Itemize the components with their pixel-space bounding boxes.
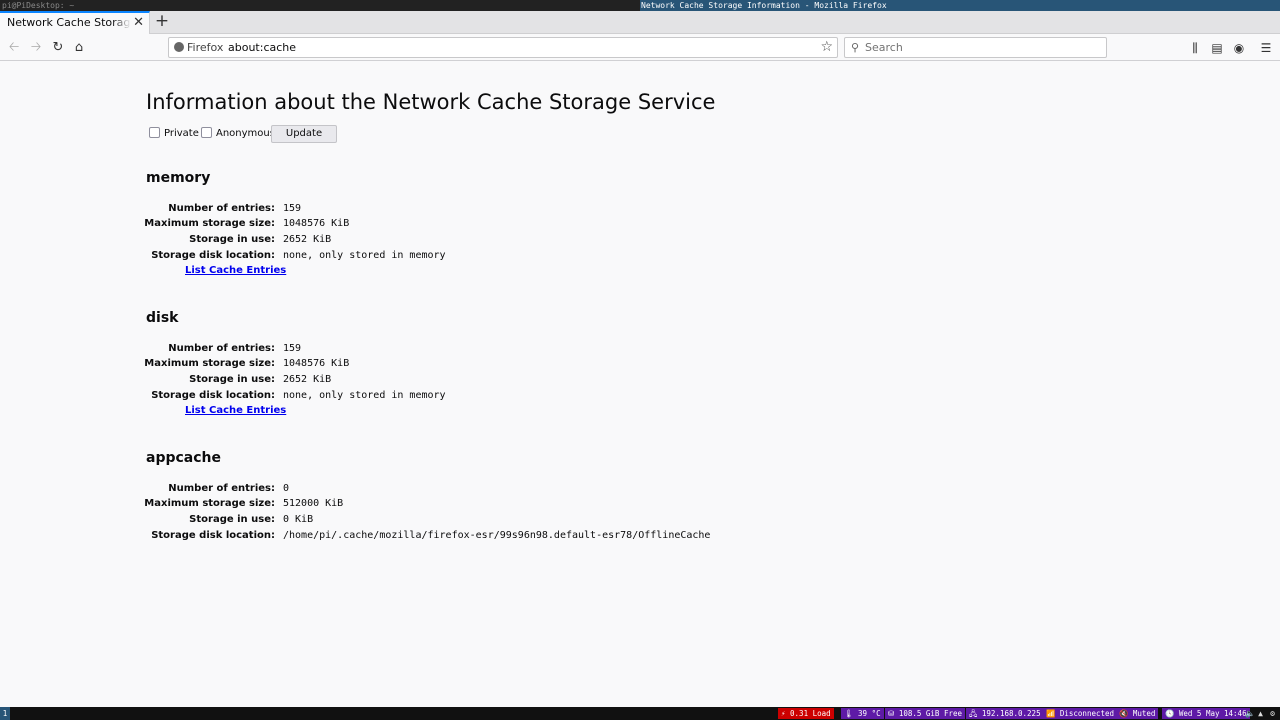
in-use-label: Storage in use:	[189, 374, 275, 385]
entries-value: 159	[283, 203, 302, 214]
section-title: disk	[146, 310, 179, 326]
cursor-tray-icon[interactable]: ▲	[1256, 708, 1265, 719]
anonymous-label: Anonymous	[216, 128, 275, 139]
hamburger-menu-icon[interactable]: ☰	[1257, 38, 1275, 58]
location-label: Storage disk location:	[151, 390, 275, 401]
clock-text: Wed 5 May 14:46	[1178, 709, 1247, 718]
volume-status: 🔇 Muted	[1116, 708, 1159, 719]
wifi-text: Disconnected	[1059, 709, 1115, 718]
location-label: Storage disk location:	[151, 530, 275, 541]
close-tab-icon[interactable]: ✕	[133, 15, 144, 30]
firefox-icon	[174, 42, 184, 52]
status-bar: 1 ⚡ 0.31 Load 🌡 39 °C ⛁ 108.5 GiB Free 🖧…	[0, 707, 1280, 720]
network-ip-status: 🖧 192.168.0.225	[966, 708, 1044, 719]
settings-tray-icon[interactable]: ⚙	[1268, 708, 1277, 719]
star-icon[interactable]: ☆	[820, 39, 833, 55]
nav-bar: 🡠 🡢 ↻ ⌂ Firefox about:cache ☆ ⚲ Search ⫼…	[0, 35, 1280, 61]
temperature-status: 🌡 39 °C	[841, 708, 884, 719]
search-icon: ⚲	[851, 41, 860, 54]
anonymous-checkbox[interactable]	[201, 127, 212, 138]
entries-label: Number of entries:	[168, 483, 275, 494]
disk-free-text: 108.5 GiB Free	[898, 709, 963, 718]
location-label: Storage disk location:	[151, 250, 275, 261]
url-input[interactable]: about:cache	[228, 41, 296, 54]
speaker-tray-icon[interactable]: 🔈	[1245, 708, 1255, 719]
entries-value: 159	[283, 343, 302, 354]
in-use-label: Storage in use:	[189, 514, 275, 525]
identity-label: Firefox	[187, 41, 224, 54]
list-cache-entries-link[interactable]: List Cache Entries	[185, 405, 286, 416]
update-button[interactable]: Update	[271, 125, 337, 143]
terminal-title[interactable]: pi@PiDesktop: ~	[2, 0, 74, 11]
list-cache-entries-link[interactable]: List Cache Entries	[185, 265, 286, 276]
url-bar[interactable]: Firefox about:cache ☆	[168, 37, 838, 58]
temperature-text: 39 °C	[858, 709, 881, 718]
window-title: Network Cache Storage Information - Mozi…	[640, 0, 1280, 11]
workspace-button[interactable]: 1	[0, 707, 10, 720]
reload-icon[interactable]: ↻	[48, 38, 68, 58]
max-size-value: 1048576 KiB	[283, 358, 350, 369]
max-size-value: 1048576 KiB	[283, 218, 350, 229]
wifi-status: 📶 Disconnected	[1043, 708, 1118, 719]
disk-free-status: ⛁ 108.5 GiB Free	[885, 708, 966, 719]
in-use-value: 0 KiB	[283, 514, 314, 525]
sidebar-icon[interactable]: ▤	[1208, 38, 1226, 58]
new-tab-icon[interactable]: +	[154, 12, 170, 32]
in-use-value: 2652 KiB	[283, 234, 332, 245]
load-text: 0.31 Load	[790, 709, 831, 718]
disk-section: disk Number of entries: 159 Maximum stora…	[144, 310, 445, 416]
private-label: Private	[164, 128, 199, 139]
tab-label: Network Cache Storage Information	[7, 16, 131, 29]
wm-top-bar: pi@PiDesktop: ~ Network Cache Storage In…	[0, 0, 1280, 11]
in-use-value: 2652 KiB	[283, 374, 332, 385]
max-size-label: Maximum storage size:	[144, 358, 275, 369]
search-bar[interactable]: ⚲ Search	[844, 37, 1107, 58]
max-size-label: Maximum storage size:	[144, 218, 275, 229]
tab-network-cache[interactable]: Network Cache Storage Information ✕	[0, 11, 150, 34]
search-input[interactable]: Search	[865, 41, 903, 54]
identity-box[interactable]: Firefox	[174, 41, 223, 54]
in-use-label: Storage in use:	[189, 234, 275, 245]
private-checkbox[interactable]	[149, 127, 160, 138]
appcache-section: appcache Number of entries: 0 Maximum sto…	[144, 450, 710, 541]
clock-status: 🕓 Wed 5 May 14:46	[1162, 708, 1250, 719]
location-value: none, only stored in memory	[283, 390, 446, 401]
section-title: memory	[146, 170, 211, 186]
memory-section: memory Number of entries: 159 Maximum sto…	[144, 170, 445, 276]
back-arrow-icon[interactable]: 🡠	[4, 38, 24, 58]
entries-value: 0	[283, 483, 290, 494]
home-icon[interactable]: ⌂	[69, 38, 89, 58]
max-size-label: Maximum storage size:	[144, 498, 275, 509]
forward-arrow-icon[interactable]: 🡢	[26, 38, 46, 58]
max-size-value: 512000 KiB	[283, 498, 344, 509]
section-title: appcache	[146, 450, 221, 466]
volume-text: Muted	[1132, 709, 1156, 718]
load-status: ⚡ 0.31 Load	[778, 708, 834, 719]
page-title: Information about the Network Cache Stor…	[146, 90, 716, 114]
page-content: Information about the Network Cache Stor…	[0, 62, 1280, 707]
tab-strip: Network Cache Storage Information ✕ +	[0, 11, 1280, 34]
entries-label: Number of entries:	[168, 203, 275, 214]
network-ip-text: 192.168.0.225	[981, 709, 1041, 718]
account-icon[interactable]: ◉	[1230, 38, 1248, 58]
location-value: /home/pi/.cache/mozilla/firefox-esr/99s9…	[283, 530, 711, 541]
entries-label: Number of entries:	[168, 343, 275, 354]
location-value: none, only stored in memory	[283, 250, 446, 261]
library-icon[interactable]: ⫼	[1186, 38, 1204, 58]
